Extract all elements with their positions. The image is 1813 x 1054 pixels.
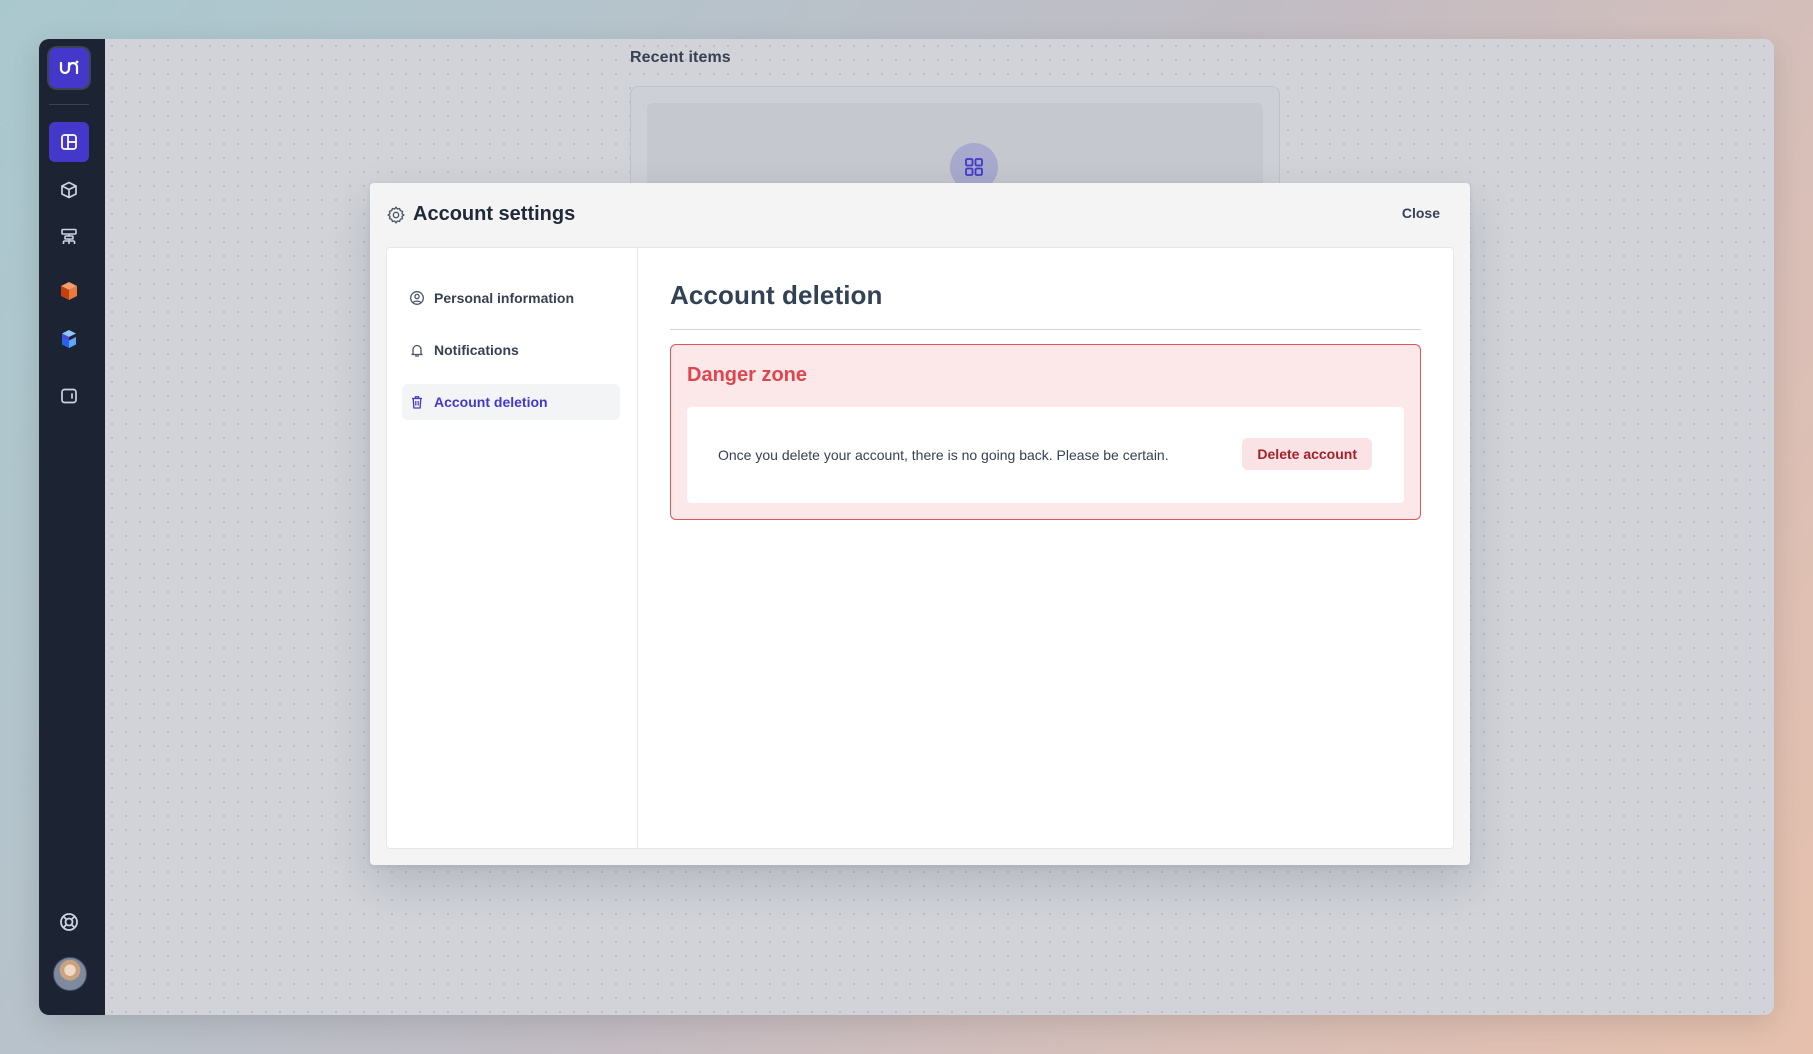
nav-item-personal-information[interactable]: Personal information [402, 280, 620, 316]
trash-icon [409, 394, 425, 410]
blue-cube-icon [62, 330, 76, 348]
modal-header: Account settings Close [370, 183, 1470, 247]
tablet-icon [61, 388, 77, 404]
rail-dashboard-button[interactable] [49, 122, 89, 162]
settings-nav: Personal information Notifications Accou… [387, 248, 638, 848]
account-settings-modal: Account settings Close Personal informat… [370, 183, 1470, 865]
rail-device-button[interactable] [49, 376, 89, 416]
rail-help-button[interactable] [49, 902, 89, 942]
section-title: Account deletion [670, 280, 883, 310]
settings-content: Account deletion Danger zone Once you de… [638, 248, 1453, 848]
danger-warning-text: Once you delete your account, there is n… [718, 447, 1169, 463]
rail-divider [49, 104, 89, 105]
nav-item-label: Personal information [434, 290, 575, 306]
modal-body: Personal information Notifications Accou… [386, 247, 1454, 849]
modal-title: Account settings [413, 203, 576, 225]
layout-icon [61, 134, 77, 150]
nav-item-account-deletion[interactable]: Account deletion [402, 384, 620, 420]
rail-structure-button[interactable] [49, 217, 89, 257]
lifebuoy-icon [60, 913, 78, 931]
nav-item-label: Account deletion [434, 394, 548, 410]
box-icon [61, 181, 77, 199]
user-avatar[interactable] [53, 957, 87, 991]
grid-icon [965, 158, 983, 176]
bell-icon [409, 342, 425, 358]
close-button[interactable]: Close [1402, 205, 1440, 221]
icon-rail [39, 39, 105, 1015]
hierarchy-icon [61, 228, 77, 244]
danger-zone: Danger zone Once you delete your account… [670, 344, 1421, 520]
delete-account-button[interactable]: Delete account [1242, 438, 1372, 470]
danger-zone-title: Danger zone [687, 364, 808, 386]
danger-zone-panel: Once you delete your account, there is n… [687, 407, 1404, 503]
app-logo[interactable] [49, 48, 89, 88]
section-divider [670, 329, 1421, 330]
nav-item-notifications[interactable]: Notifications [402, 332, 620, 368]
nav-item-label: Notifications [434, 342, 519, 358]
rail-products-button[interactable] [49, 170, 89, 210]
rail-app-orange-button[interactable] [49, 271, 89, 311]
user-circle-icon [409, 290, 425, 306]
logo-icon [59, 60, 79, 75]
gear-icon [387, 206, 405, 224]
orange-cube-icon [61, 282, 77, 300]
rail-app-blue-button[interactable] [49, 319, 89, 359]
recent-items-title: Recent items [630, 49, 731, 66]
